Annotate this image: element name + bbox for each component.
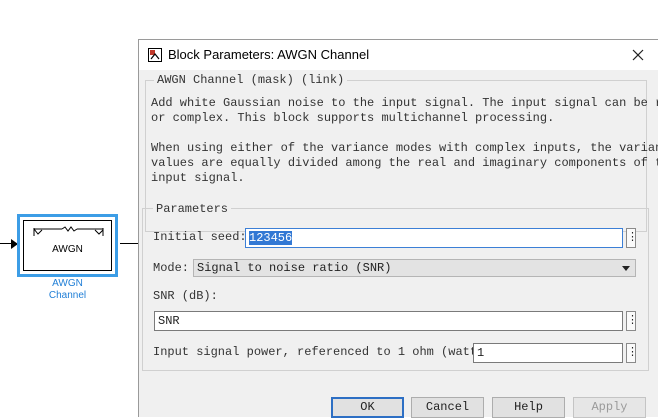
close-icon xyxy=(632,49,644,61)
block-caption-line1: AWGN xyxy=(52,278,83,289)
output-signal-line xyxy=(120,243,138,244)
input-power-value: 1 xyxy=(477,346,485,360)
parameters-title: Parameters xyxy=(153,202,232,216)
snr-input[interactable]: SNR xyxy=(154,311,623,331)
description-paragraph-1: Add white Gaussian noise to the input si… xyxy=(151,96,658,125)
description-paragraph-2: When using either of the variance modes … xyxy=(151,141,658,185)
dialog-title: Block Parameters: AWGN Channel xyxy=(168,47,370,62)
apply-button[interactable]: Apply xyxy=(573,397,646,418)
chevron-down-icon xyxy=(622,266,630,271)
noise-waveform-icon xyxy=(33,226,104,236)
block-parameters-dialog: Block Parameters: AWGN Channel AWGN Chan… xyxy=(138,39,658,418)
parameters-group: Parameters Initial seed: 123456 ⋮ Mode: … xyxy=(142,202,649,371)
block-caption[interactable]: AWGN Channel xyxy=(17,278,118,302)
close-button[interactable] xyxy=(624,43,652,67)
initial-seed-more-button[interactable]: ⋮ xyxy=(626,228,638,248)
cancel-button[interactable]: Cancel xyxy=(411,397,484,418)
dialog-titlebar[interactable]: Block Parameters: AWGN Channel xyxy=(139,40,658,70)
initial-seed-input[interactable]: 123456 xyxy=(245,228,623,248)
mode-select[interactable]: Signal to noise ratio (SNR) xyxy=(193,259,636,277)
snr-label: SNR (dB): xyxy=(153,289,218,303)
initial-seed-label: Initial seed: xyxy=(153,230,247,244)
input-power-input[interactable]: 1 xyxy=(473,343,623,363)
block-label: AWGN xyxy=(52,244,83,255)
awgn-block-selected[interactable]: AWGN xyxy=(17,214,118,277)
simulink-block-icon xyxy=(148,48,162,62)
help-button[interactable]: Help xyxy=(492,397,565,418)
snr-more-button[interactable]: ⋮ xyxy=(626,311,638,331)
mode-value: Signal to noise ratio (SNR) xyxy=(197,261,392,275)
snr-value: SNR xyxy=(158,314,180,328)
input-power-more-button[interactable]: ⋮ xyxy=(626,343,638,363)
input-power-label: Input signal power, referenced to 1 ohm … xyxy=(153,345,499,359)
mode-label: Mode: xyxy=(153,261,190,275)
block-caption-line2: Channel xyxy=(48,290,87,301)
mask-title: AWGN Channel (mask) (link) xyxy=(154,73,348,87)
awgn-block[interactable]: AWGN xyxy=(23,220,112,271)
ok-button[interactable]: OK xyxy=(331,397,404,418)
initial-seed-value: 123456 xyxy=(249,231,293,245)
